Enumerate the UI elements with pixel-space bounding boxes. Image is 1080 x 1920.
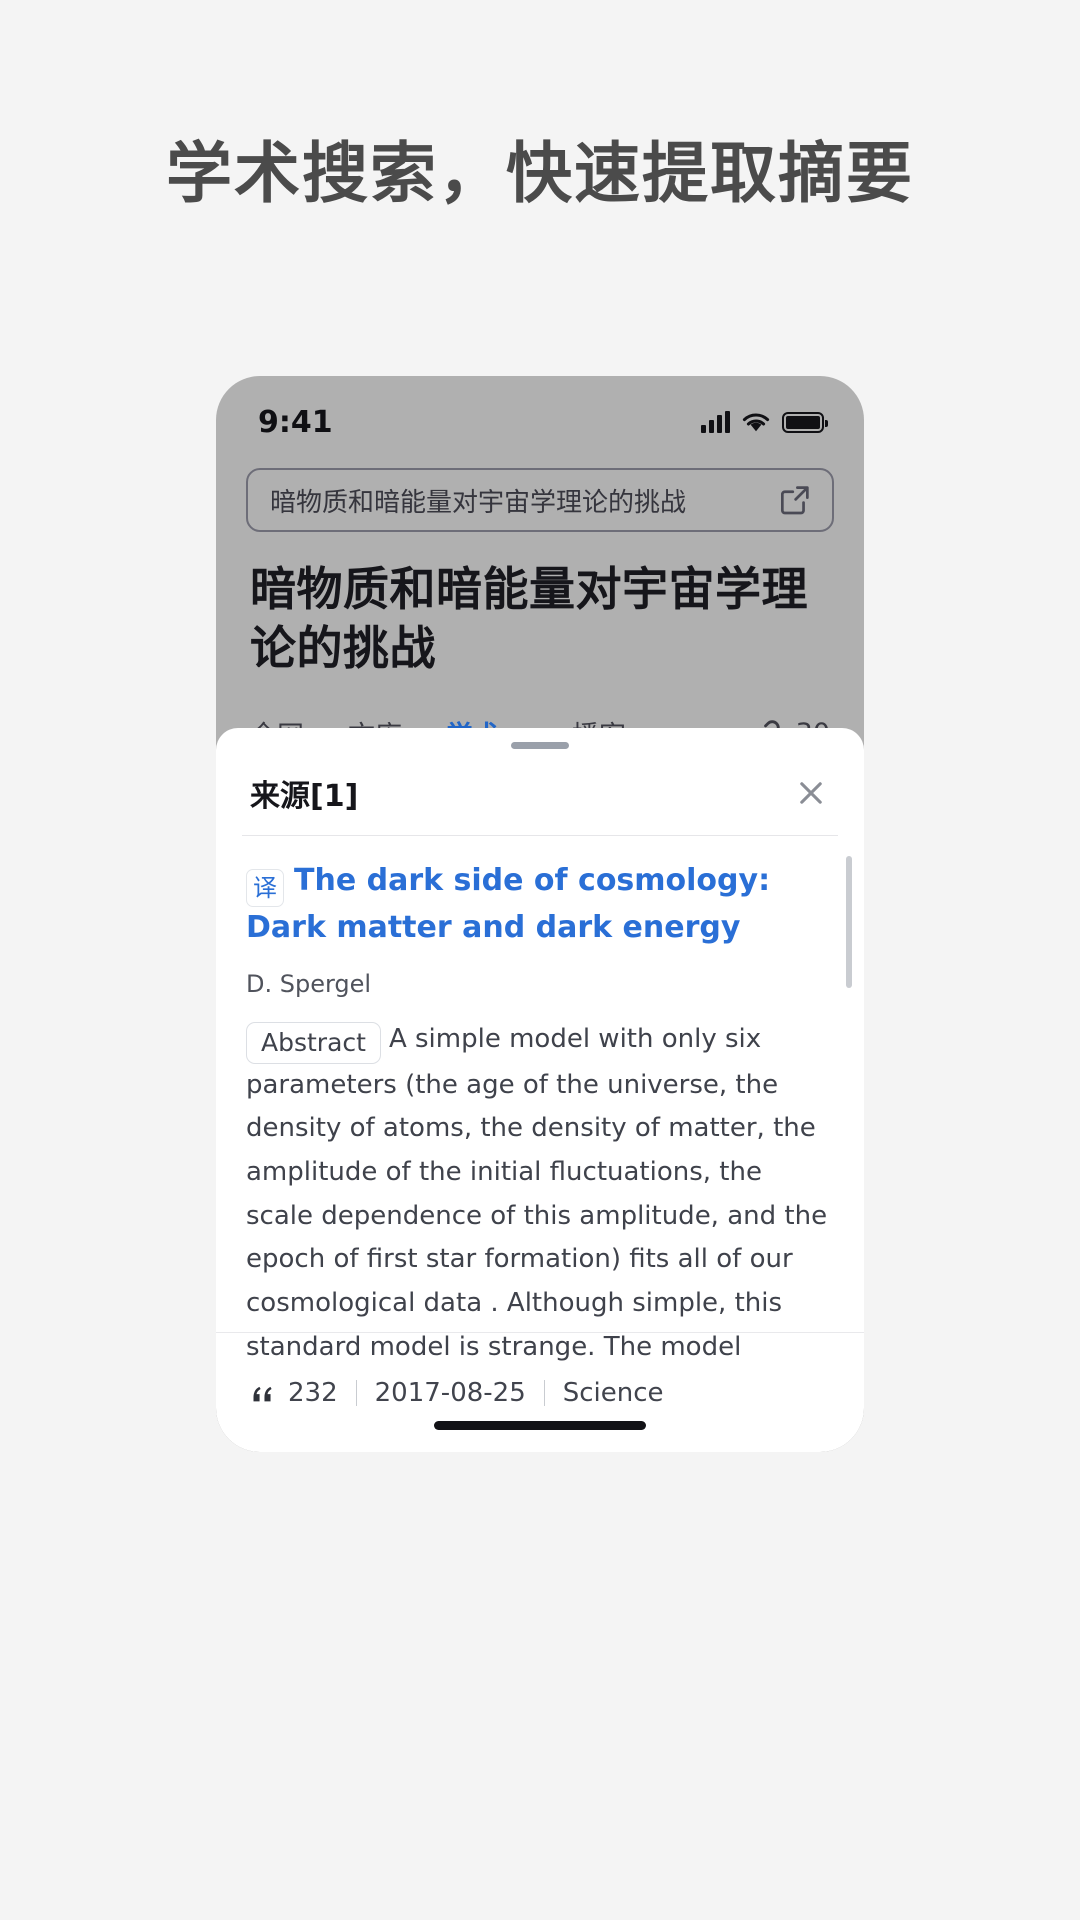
source-content: 译 The dark side of cosmology: Dark matter… <box>216 836 864 1376</box>
drag-handle[interactable] <box>511 742 569 749</box>
sheet-header: 来源[1] <box>216 749 864 815</box>
abstract-chip: Abstract <box>246 1021 381 1064</box>
close-icon[interactable] <box>792 774 830 812</box>
translate-badge-icon[interactable]: 译 <box>246 869 284 908</box>
paper-title-link[interactable]: 译 The dark side of cosmology: Dark matter… <box>246 860 834 950</box>
status-bar: 9:41 <box>216 376 864 454</box>
wifi-icon <box>742 413 770 432</box>
battery-full-icon <box>782 411 828 433</box>
home-indicator <box>434 1421 646 1430</box>
citation-count: 232 <box>250 1378 338 1408</box>
page-title: 暗物质和暗能量对宇宙学理论的挑战 <box>250 562 808 675</box>
phone-mockup: 9:41 暗物质和暗能量对宇宙学理论的挑战 暗物质和暗能量对宇宙学理论的挑战 来… <box>216 376 864 1452</box>
search-bar[interactable]: 暗物质和暗能量对宇宙学理论的挑战 <box>246 468 834 532</box>
external-link-icon[interactable] <box>776 481 814 519</box>
journal-name: Science <box>562 1377 664 1408</box>
abstract-text: A simple model with only six parameters … <box>246 1023 828 1376</box>
screenshot-root: 学术搜索，快速提取摘要 9:41 暗物质和暗能量对宇宙学理论的挑战 暗物质和暗能… <box>0 0 1080 1920</box>
paper-title-text: The dark side of cosmology: Dark matter … <box>246 863 771 946</box>
source-bottom-sheet: 来源[1] 译 The dark side of cosmology: Dark … <box>216 728 864 1452</box>
scrollbar-thumb[interactable] <box>846 856 852 988</box>
status-time: 9:41 <box>258 404 333 440</box>
cellular-bars-icon <box>701 411 730 433</box>
paper-meta-footer: 232 2017-08-25 Science <box>216 1332 864 1452</box>
meta-separator <box>543 1379 545 1406</box>
search-input[interactable]: 暗物质和暗能量对宇宙学理论的挑战 <box>270 482 686 519</box>
paper-abstract: Abstract A simple model with only six par… <box>246 1018 834 1376</box>
paper-authors: D. Spergel <box>246 969 372 998</box>
citation-count-label: 232 <box>288 1377 338 1408</box>
sheet-title: 来源[1] <box>250 779 359 814</box>
meta-separator <box>355 1379 357 1406</box>
page-headline: 学术搜索，快速提取摘要 <box>166 135 914 212</box>
quote-icon <box>253 1386 272 1401</box>
status-icons <box>701 411 828 433</box>
publication-date: 2017-08-25 <box>374 1377 526 1408</box>
